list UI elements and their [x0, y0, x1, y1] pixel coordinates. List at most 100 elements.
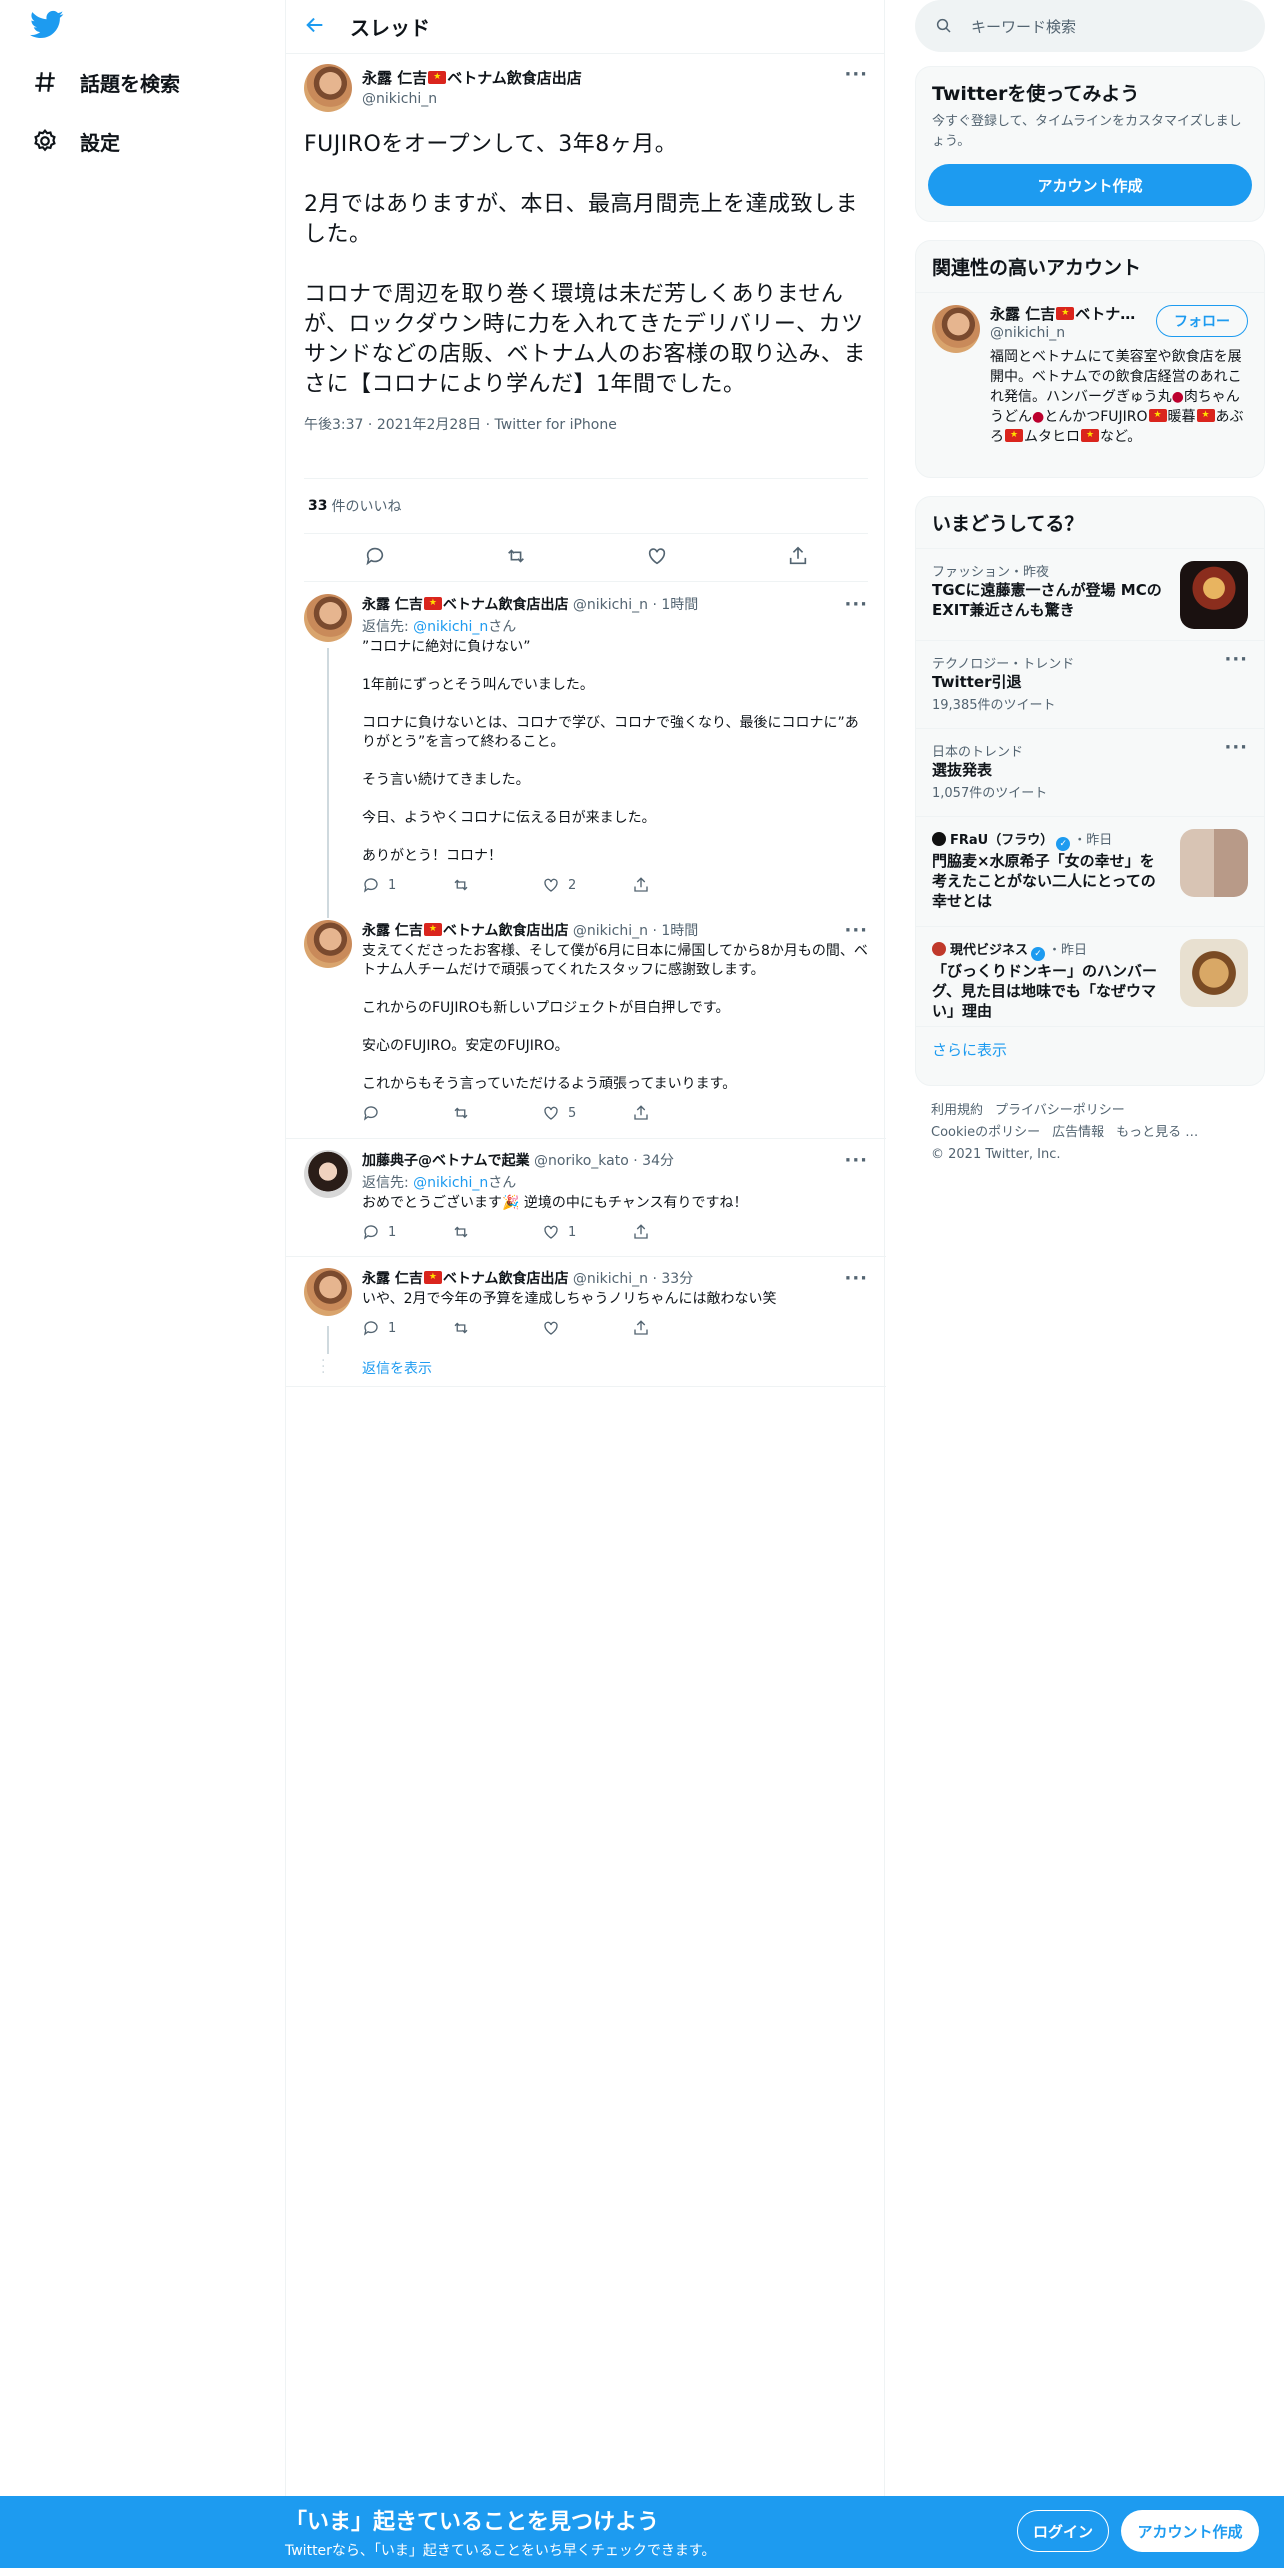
- tweet-text: 支えてくださったお客様、そして僕が6月に日本に帰国してから8か月もの間、ベトナム…: [362, 943, 868, 1092]
- like-button[interactable]: [542, 1319, 632, 1337]
- japan-flag-icon: ●: [1032, 409, 1045, 425]
- author-handle[interactable]: @nikichi_n: [573, 1271, 648, 1287]
- retweet-button[interactable]: [452, 1319, 542, 1337]
- signup-button[interactable]: アカウント作成: [1121, 2510, 1259, 2552]
- more-link[interactable]: もっと見る …: [1116, 1125, 1198, 1140]
- login-button[interactable]: ログイン: [1017, 2510, 1109, 2552]
- trend-count: 19,385件のツイート: [932, 698, 1056, 713]
- more-icon[interactable]: ···: [844, 1268, 868, 1289]
- ads-link[interactable]: 広告情報: [1052, 1125, 1104, 1140]
- reply-tweet[interactable]: 永露 仁吉ベトナム飲食店出店 @nikichi_n · 1時間 返信先: @ni…: [286, 594, 886, 916]
- share-button[interactable]: [632, 1223, 722, 1241]
- more-icon[interactable]: ···: [844, 920, 868, 941]
- vietnam-flag-icon: [1005, 429, 1023, 442]
- reply-to-handle[interactable]: @nikichi_n: [413, 1175, 488, 1191]
- trend-thumbnail: [1180, 939, 1248, 1007]
- avatar[interactable]: [304, 64, 352, 112]
- like-button[interactable]: 2: [542, 876, 632, 894]
- related-name[interactable]: 永露 仁吉ベトナ…: [990, 303, 1135, 324]
- author-handle[interactable]: @nikichi_n: [573, 923, 648, 939]
- divider: [286, 1138, 886, 1139]
- verified-icon: ✓: [1031, 947, 1046, 961]
- likes-summary[interactable]: 33 件のいいね: [304, 478, 868, 534]
- author-handle[interactable]: @nikichi_n: [573, 597, 648, 613]
- nav-settings[interactable]: 設定: [30, 115, 120, 167]
- retweet-button[interactable]: [452, 1223, 542, 1241]
- tweet-time[interactable]: 1時間: [661, 597, 698, 613]
- avatar[interactable]: [932, 305, 980, 353]
- trend-item[interactable]: テクノロジー・トレンド Twitter引退 19,385件のツイート ···: [916, 640, 1264, 728]
- reply-button[interactable]: 1: [362, 1223, 452, 1241]
- tweet-date[interactable]: 2021年2月28日: [377, 417, 481, 433]
- reply-to-handle[interactable]: @nikichi_n: [413, 619, 488, 635]
- more-icon[interactable]: ···: [844, 64, 868, 85]
- share-icon[interactable]: [787, 545, 809, 571]
- author-name[interactable]: 永露 仁吉ベトナム飲食店出店: [362, 597, 568, 613]
- reply-icon[interactable]: [364, 545, 386, 571]
- tweet-time[interactable]: 34分: [642, 1153, 674, 1169]
- nav-explore-label: 話題を検索: [80, 71, 180, 96]
- more-icon[interactable]: ···: [844, 1150, 868, 1171]
- reply-button[interactable]: 1: [362, 876, 452, 894]
- avatar[interactable]: [304, 1268, 352, 1316]
- related-handle[interactable]: @nikichi_n: [990, 325, 1065, 341]
- trend-item[interactable]: 日本のトレンド 選抜発表 1,057件のツイート ···: [916, 728, 1264, 816]
- reply-button[interactable]: 1: [362, 1319, 452, 1337]
- like-icon[interactable]: [646, 545, 668, 571]
- reply-button[interactable]: [362, 1104, 452, 1122]
- retweet-button[interactable]: [452, 1104, 542, 1122]
- more-icon[interactable]: ···: [844, 594, 868, 615]
- tweet-actions: 1 1: [362, 1223, 868, 1241]
- retweet-button[interactable]: [452, 876, 542, 894]
- author-name[interactable]: 永露 仁吉ベトナム飲食店出店: [362, 1271, 568, 1287]
- hashtag-icon: [30, 67, 60, 97]
- tweet-actions: [304, 534, 868, 582]
- reply-tweet[interactable]: 永露 仁吉ベトナム飲食店出店 @nikichi_n · 33分 いや、2月で今年…: [286, 1268, 886, 1348]
- author-name[interactable]: 永露 仁吉ベトナム飲食店出店: [362, 67, 844, 88]
- author-handle[interactable]: @noriko_kato: [534, 1153, 629, 1169]
- like-button[interactable]: 5: [542, 1104, 632, 1122]
- avatar[interactable]: [304, 594, 352, 642]
- trend-item[interactable]: ファッション・昨夜 TGCに遠藤憲一さんが登場 MCのEXIT兼近さんも驚き: [916, 548, 1264, 640]
- trends-card: いまどうしてる？ ファッション・昨夜 TGCに遠藤憲一さんが登場 MCのEXIT…: [915, 496, 1265, 1086]
- avatar[interactable]: [304, 920, 352, 968]
- avatar[interactable]: [304, 1150, 352, 1198]
- share-button[interactable]: [632, 876, 722, 894]
- create-account-button[interactable]: アカウント作成: [928, 164, 1252, 206]
- author-name[interactable]: 永露 仁吉ベトナム飲食店出店: [362, 923, 568, 939]
- more-icon[interactable]: ···: [1224, 649, 1248, 670]
- tweet-time[interactable]: 午後3:37: [304, 417, 363, 433]
- author-name[interactable]: 加藤典子@ベトナムで起業: [362, 1153, 530, 1169]
- tweet-time[interactable]: 1時間: [661, 923, 698, 939]
- reply-tweet[interactable]: 永露 仁吉ベトナム飲食店出店 @nikichi_n · 1時間 支えてくださった…: [286, 920, 886, 1130]
- vietnam-flag-icon: [1081, 429, 1099, 442]
- twitter-logo-icon[interactable]: [30, 10, 64, 44]
- share-button[interactable]: [632, 1319, 722, 1337]
- back-arrow-icon[interactable]: [304, 14, 326, 40]
- author-handle[interactable]: @nikichi_n: [362, 91, 844, 107]
- trend-item[interactable]: FRaU（フラウ） ✓ ・昨日 門脇麦×水原希子「女の幸せ」を考えたことがない二人に…: [916, 816, 1264, 926]
- vietnam-flag-icon: [1056, 307, 1075, 320]
- tweet-time[interactable]: 33分: [661, 1271, 693, 1287]
- share-button[interactable]: [632, 1104, 722, 1122]
- trend-item[interactable]: 現代ビジネス ✓ ・昨日 「びっくりドンキー」のハンバーグ、見た目は地味でも「なぜウ…: [916, 926, 1264, 1026]
- retweet-icon[interactable]: [505, 545, 527, 571]
- terms-link[interactable]: 利用規約: [931, 1103, 983, 1118]
- privacy-link[interactable]: プライバシーポリシー: [995, 1103, 1125, 1118]
- thread-dots: · · ·: [321, 1353, 326, 1381]
- nav-explore[interactable]: 話題を検索: [30, 56, 180, 108]
- tweet-client[interactable]: Twitter for iPhone: [495, 417, 617, 433]
- more-icon[interactable]: ···: [1224, 737, 1248, 758]
- tweet-text: FUJIROをオープンして、3年8ヶ月。 2月ではありますが、本日、最高月間売上…: [304, 132, 866, 397]
- vietnam-flag-icon: [428, 71, 447, 84]
- show-replies-link[interactable]: 返信を表示: [362, 1358, 432, 1378]
- tweet-text: ”コロナに絶対に負けない” 1年前にずっとそう叫んでいました。 コロナに負けない…: [362, 639, 859, 864]
- reply-tweet[interactable]: 加藤典子@ベトナムで起業 @noriko_kato · 34分 返信先: @ni…: [286, 1150, 886, 1260]
- like-button[interactable]: 1: [542, 1223, 632, 1241]
- follow-button[interactable]: フォロー: [1156, 305, 1248, 337]
- show-more-link[interactable]: さらに表示: [916, 1026, 1264, 1080]
- bottom-headline: 「いま」起きていることを見つけよう: [285, 2510, 660, 2535]
- search-input[interactable]: キーワード検索: [915, 0, 1265, 52]
- related-account[interactable]: 永露 仁吉ベトナ… @nikichi_n フォロー 福岡とベトナムにて美容室や飲…: [916, 292, 1264, 477]
- cookie-link[interactable]: Cookieのポリシー: [931, 1125, 1040, 1140]
